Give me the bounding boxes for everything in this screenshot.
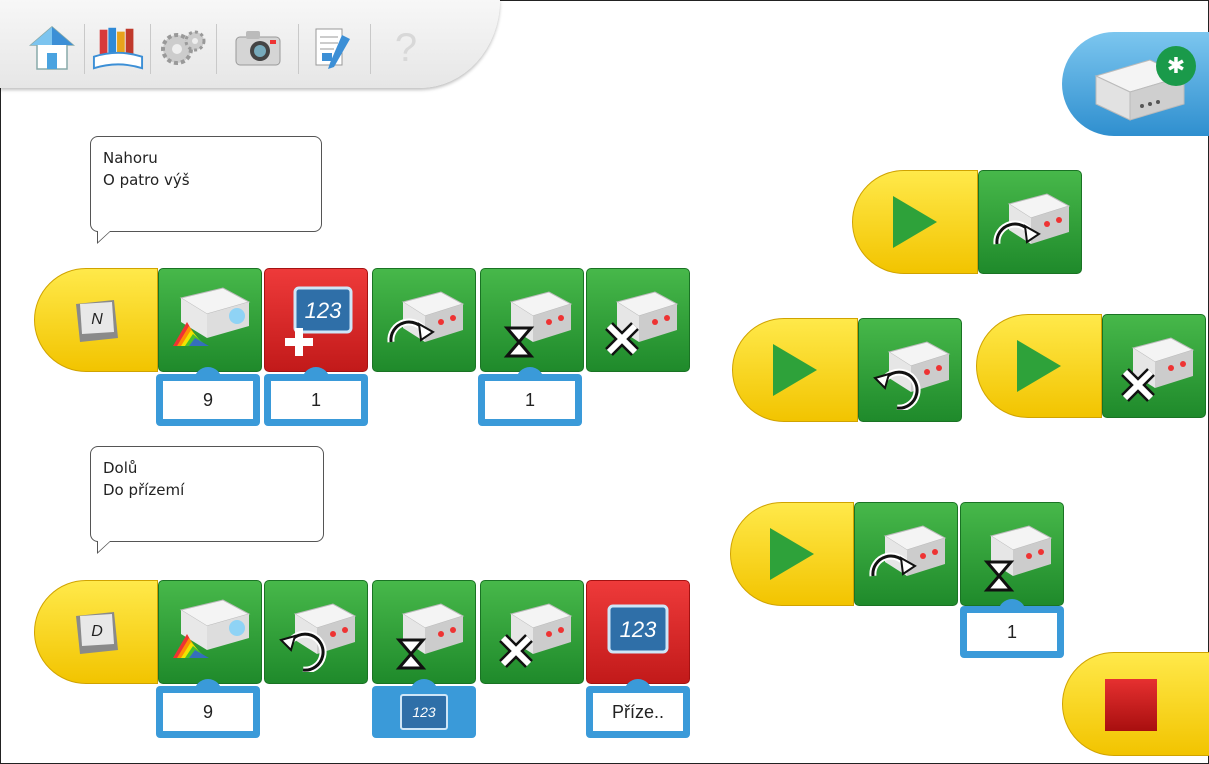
motor-clockwise-icon (387, 291, 465, 343)
camera-icon[interactable] (232, 22, 284, 74)
start-block[interactable] (732, 318, 858, 422)
wait-block[interactable] (372, 580, 476, 684)
motor-clockwise-block[interactable] (854, 502, 958, 606)
help-icon[interactable]: ? (380, 22, 432, 74)
param-value: 1 (271, 381, 361, 419)
toolbar-divider (298, 24, 299, 74)
stop-icon (1105, 679, 1157, 731)
start-on-key-block[interactable]: D (34, 580, 158, 684)
light-block[interactable] (158, 580, 262, 684)
param-value: 1 (967, 613, 1057, 651)
motor-clockwise-block[interactable] (978, 170, 1082, 274)
display-block[interactable]: 123 (586, 580, 690, 684)
wait-block[interactable] (960, 502, 1064, 606)
motor-stop-block[interactable] (480, 580, 584, 684)
motor-stop-icon (605, 291, 679, 356)
light-block[interactable] (158, 268, 262, 372)
play-icon (893, 196, 937, 248)
comment-line: Nahoru (103, 149, 158, 167)
start-on-key-block[interactable]: N (34, 268, 158, 372)
hub-light-icon (173, 287, 251, 346)
stop-button[interactable] (1062, 652, 1209, 756)
motor-stop-block[interactable] (1102, 314, 1206, 418)
motor-clockwise-icon (869, 525, 947, 577)
document-icon[interactable] (308, 22, 360, 74)
start-block[interactable] (976, 314, 1102, 418)
motor-counterclockwise-block[interactable] (858, 318, 962, 422)
motor-counterclockwise-icon (873, 341, 951, 410)
toolbar-divider (84, 24, 85, 74)
motor-clockwise-icon (993, 193, 1071, 245)
start-block[interactable] (730, 502, 854, 606)
start-key-label: D (91, 623, 103, 640)
comment-line: Dolů (103, 459, 138, 477)
motor-stop-icon (499, 603, 573, 668)
comment-line: O patro výš (103, 171, 190, 189)
library-icon[interactable] (92, 22, 144, 74)
param-value: Příze.. (593, 693, 683, 731)
hub-connection-button[interactable]: ✱ (1062, 32, 1209, 136)
display-icon: 123 (607, 604, 669, 654)
wait-hourglass-icon (503, 291, 573, 358)
motor-stop-block[interactable] (586, 268, 690, 372)
param-value: 9 (163, 381, 253, 419)
display-label: 123 (620, 617, 657, 642)
bluetooth-icon: ✱ (1156, 46, 1196, 86)
add-value-input[interactable]: 1 (264, 367, 368, 426)
toolbar-divider (370, 24, 371, 74)
comment-bubble-down[interactable]: Dolů Do přízemí (90, 446, 324, 554)
add-to-display-block[interactable]: 123 (264, 268, 368, 372)
start-key-label: N (91, 311, 103, 328)
wait-block[interactable] (480, 268, 584, 372)
motor-stop-icon (1121, 337, 1195, 402)
keycap-icon: N (76, 300, 118, 342)
wait-time-input[interactable]: 1 (960, 599, 1064, 658)
comment-line: Do přízemí (103, 481, 185, 499)
wait-number-input[interactable]: 123 (372, 679, 476, 738)
gears-icon[interactable] (158, 22, 210, 74)
toolbar-divider (150, 24, 151, 74)
keycap-icon: D (76, 612, 118, 654)
display-text-input[interactable]: Příze.. (586, 679, 690, 738)
motor-counterclockwise-icon (279, 603, 357, 672)
param-value: 1 (485, 381, 575, 419)
toolbar-divider (216, 24, 217, 74)
start-block[interactable] (852, 170, 978, 274)
play-icon (770, 528, 814, 580)
add-number-icon: 123 (285, 286, 353, 356)
display-label: 123 (305, 298, 342, 323)
wait-hourglass-icon (395, 603, 465, 670)
wait-time-input[interactable]: 1 (478, 367, 582, 426)
light-color-input[interactable]: 9 (156, 367, 260, 426)
light-color-input[interactable]: 9 (156, 679, 260, 738)
motor-clockwise-block[interactable] (372, 268, 476, 372)
motor-counterclockwise-block[interactable] (264, 580, 368, 684)
home-icon[interactable] (26, 22, 78, 74)
wait-hourglass-icon (983, 525, 1053, 592)
comment-bubble-up[interactable]: Nahoru O patro výš (90, 136, 322, 244)
param-value: 9 (163, 693, 253, 731)
top-toolbar: ? (0, 0, 500, 88)
play-icon (1017, 340, 1061, 392)
hub-light-icon (173, 599, 251, 658)
play-icon (773, 344, 817, 396)
number-display-icon: 123 (400, 694, 448, 730)
